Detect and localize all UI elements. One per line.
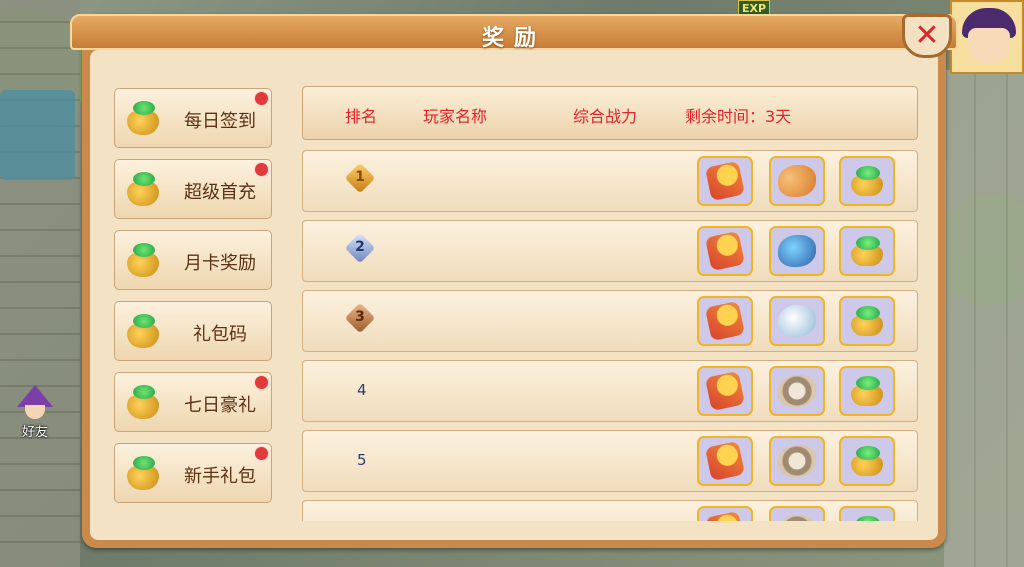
reward-cat-pet-icon[interactable]: [769, 296, 825, 346]
close-button[interactable]: ✕: [902, 14, 952, 58]
reward-scroll-icon[interactable]: [697, 296, 753, 346]
rank-number: 2: [355, 239, 365, 255]
table-row: 5: [302, 430, 918, 492]
rank-number: 3: [355, 309, 365, 325]
sidebar-item-label: 月卡奖励: [184, 253, 256, 274]
sidebar-item[interactable]: 七日豪礼: [114, 372, 272, 432]
sidebar-item[interactable]: 月卡奖励: [114, 230, 272, 290]
rank-number: 5: [357, 451, 367, 469]
rank-medal-icon: 3: [344, 302, 376, 334]
sidebar-item[interactable]: 超级首充: [114, 159, 272, 219]
rank-medal-icon: 2: [344, 232, 376, 264]
friend-face-icon: [25, 405, 45, 419]
reward-gem-bag-icon[interactable]: [839, 366, 895, 416]
notification-dot-icon: [254, 162, 269, 177]
money-bag-icon: [123, 381, 163, 421]
reward-wolf-pet-icon[interactable]: [769, 226, 825, 276]
notification-dot-icon: [254, 375, 269, 390]
table-row: 4: [302, 360, 918, 422]
ranking-rows: 1 2 3 4 5 6: [302, 150, 918, 521]
header-time-remaining: 剩余时间：3天: [685, 107, 792, 126]
sidebar-item[interactable]: 新手礼包: [114, 443, 272, 503]
sidebar-item-label: 超级首充: [184, 182, 256, 203]
reward-scroll-icon[interactable]: [697, 156, 753, 206]
friend-label: 好友: [21, 425, 48, 440]
header-rank: 排名: [345, 107, 378, 126]
table-row: 2: [302, 220, 918, 282]
ranking-table: 排名 玩家名称 综合战力 剩余时间：3天 1 2 3 4 5 6: [302, 86, 918, 521]
notification-dot-icon: [254, 91, 269, 106]
close-icon: ✕: [914, 18, 940, 53]
background-wall: [0, 0, 80, 567]
reward-gem-bag-icon[interactable]: [839, 156, 895, 206]
money-bag-icon: [123, 239, 163, 279]
sidebar-item-label: 礼包码: [193, 324, 247, 345]
header-player-name: 玩家名称: [423, 107, 488, 126]
rank-number: 1: [355, 169, 365, 185]
wizard-hat-icon: [17, 385, 53, 407]
background-water: [0, 90, 75, 180]
background-courtyard: [944, 70, 1024, 567]
reward-gem-bag-icon[interactable]: [839, 296, 895, 346]
reward-gem-bag-icon[interactable]: [839, 436, 895, 486]
reward-scroll-icon[interactable]: [697, 506, 753, 521]
reward-category-sidebar: 每日签到超级首充月卡奖励礼包码七日豪礼新手礼包: [114, 88, 274, 521]
reward-gem-bag-icon[interactable]: [839, 226, 895, 276]
panel-title: 奖励: [481, 26, 546, 51]
friend-button[interactable]: 好友: [12, 385, 58, 440]
reward-ring-icon[interactable]: [769, 366, 825, 416]
rank-medal-icon: 1: [344, 162, 376, 194]
player-avatar[interactable]: [950, 0, 1024, 74]
money-bag-icon: [123, 168, 163, 208]
sidebar-item[interactable]: 礼包码: [114, 301, 272, 361]
reward-dragon-pet-icon[interactable]: [769, 156, 825, 206]
notification-dot-icon: [254, 446, 269, 461]
sidebar-item-label: 每日签到: [184, 111, 256, 132]
reward-gem-bag-icon[interactable]: [839, 506, 895, 521]
money-bag-icon: [123, 452, 163, 492]
reward-scroll-icon[interactable]: [697, 436, 753, 486]
sidebar-item-label: 新手礼包: [184, 466, 256, 487]
sidebar-item-label: 七日豪礼: [184, 395, 256, 416]
table-row: 1: [302, 150, 918, 212]
rank-number: 4: [357, 381, 367, 399]
avatar-face: [968, 28, 1010, 64]
table-header: 排名 玩家名称 综合战力 剩余时间：3天: [302, 86, 918, 140]
header-combat-power: 综合战力: [573, 107, 638, 126]
reward-ring-icon[interactable]: [769, 436, 825, 486]
reward-scroll-icon[interactable]: [697, 226, 753, 276]
table-row: 6: [302, 500, 918, 521]
money-bag-icon: [123, 97, 163, 137]
title-bar: 奖励: [70, 14, 958, 51]
table-row: 3: [302, 290, 918, 352]
money-bag-icon: [123, 310, 163, 350]
reward-ring-icon[interactable]: [769, 506, 825, 521]
sidebar-item[interactable]: 每日签到: [114, 88, 272, 148]
reward-scroll-icon[interactable]: [697, 366, 753, 416]
